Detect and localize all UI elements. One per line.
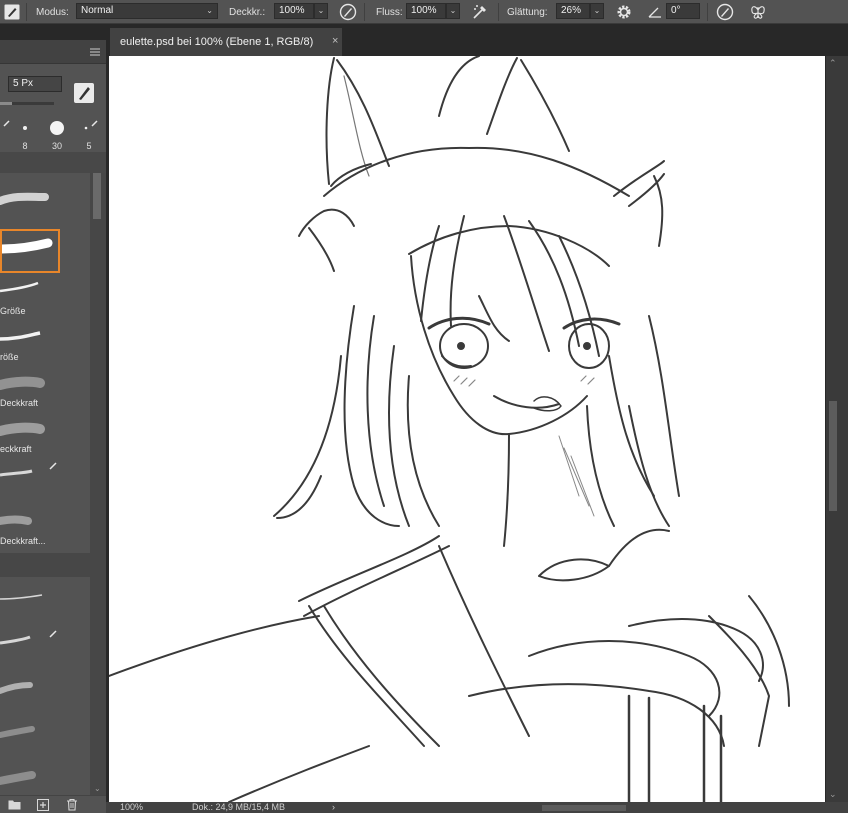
brush-item[interactable] — [0, 579, 60, 623]
preset-8[interactable]: 8 — [11, 118, 39, 152]
flow-field[interactable]: 100% — [406, 3, 446, 19]
close-icon[interactable]: × — [332, 35, 338, 47]
scroll-down-icon[interactable]: ⌄ — [829, 789, 837, 800]
new-brush-icon[interactable] — [37, 799, 49, 813]
brush-item[interactable]: Größe — [0, 275, 60, 319]
horizontal-scrollbar-thumb[interactable] — [542, 805, 626, 811]
mode-select[interactable]: Normal ⌄ — [76, 3, 218, 19]
preset-30[interactable]: 30 — [43, 118, 71, 152]
separator — [26, 3, 27, 21]
brush-item[interactable] — [0, 671, 60, 715]
scrollbar-thumb[interactable] — [829, 401, 837, 511]
canvas-vertical-scrollbar[interactable]: ⌃ ⌄ — [826, 56, 848, 802]
brush-size-value: 5 Px — [13, 78, 34, 89]
smoothing-dropdown[interactable]: ⌄ — [590, 3, 604, 19]
zoom-level[interactable]: 100% — [120, 802, 143, 813]
angle-icon — [645, 2, 665, 22]
canvas-area — [106, 56, 848, 802]
smoothing-label: Glättung: — [507, 6, 548, 18]
airbrush-icon[interactable] — [470, 2, 490, 22]
brush-item[interactable]: Deckkraft — [0, 367, 60, 411]
brush-item[interactable]: eckkraft — [0, 413, 60, 457]
angle-value: 0° — [671, 5, 681, 16]
drawing-canvas[interactable] — [109, 56, 825, 802]
smoothing-field[interactable]: 26% — [556, 3, 590, 19]
mode-label: Modus: — [36, 6, 69, 18]
sketch-artwork — [109, 56, 790, 802]
angle-field[interactable]: 0° — [666, 3, 700, 19]
brush-panel: 5 Px 8 30 5 Größe röße Deckkraft eckkraf… — [0, 40, 106, 813]
brush-panel-footer — [0, 795, 106, 813]
brush-list-header — [0, 152, 106, 173]
brush-item[interactable] — [0, 625, 60, 669]
brush-group-header[interactable] — [0, 553, 90, 577]
brush-item[interactable]: röße — [0, 321, 60, 365]
pressure-opacity-icon[interactable] — [338, 2, 358, 22]
opacity-label: Deckkr.: — [229, 6, 266, 18]
brush-item[interactable] — [0, 459, 60, 503]
separator — [498, 3, 499, 21]
panel-header — [0, 40, 106, 64]
brush-size-field[interactable]: 5 Px — [8, 76, 62, 92]
pressure-size-icon[interactable] — [715, 2, 735, 22]
document-tab[interactable]: eulette.psd bei 100% (Ebene 1, RGB/8) × — [110, 28, 342, 56]
preset-5[interactable]: 5 — [75, 118, 103, 152]
document-tab-bar: eulette.psd bei 100% (Ebene 1, RGB/8) × — [106, 24, 848, 56]
brush-preview-icon[interactable] — [74, 83, 94, 103]
opacity-value: 100% — [279, 5, 305, 16]
folder-icon[interactable] — [8, 799, 21, 813]
document-tab-title: eulette.psd bei 100% (Ebene 1, RGB/8) — [120, 36, 314, 48]
smoothing-value: 26% — [561, 5, 582, 16]
chevron-down-icon: ⌄ — [206, 6, 213, 15]
brush-item-selected[interactable] — [0, 229, 60, 273]
brush-presets: 8 30 5 — [0, 118, 106, 152]
scroll-down-icon[interactable]: ⌄ — [94, 784, 101, 793]
brush-list-scrollbar[interactable]: ⌄ — [90, 173, 106, 795]
trash-icon[interactable] — [66, 798, 78, 813]
flow-value: 100% — [411, 5, 437, 16]
flow-dropdown[interactable]: ⌄ — [446, 3, 460, 19]
options-bar: Modus: Normal ⌄ Deckkr.: 100% ⌄ Fluss: 1… — [0, 0, 848, 24]
brush-item[interactable]: Deckkraft... — [0, 505, 60, 549]
document-info: Dok.: 24,9 MB/15,4 MB — [192, 802, 286, 812]
brush-item[interactable] — [0, 717, 60, 761]
status-menu-arrow-icon[interactable]: › — [332, 802, 335, 813]
mode-value: Normal — [81, 5, 114, 16]
opacity-field[interactable]: 100% — [274, 3, 314, 19]
symmetry-butterfly-icon[interactable] — [748, 2, 768, 22]
flow-label: Fluss: — [376, 6, 403, 18]
settings-gear-icon[interactable] — [614, 2, 634, 22]
separator — [364, 3, 365, 21]
brush-tool-icon[interactable] — [2, 2, 22, 22]
separator — [707, 3, 708, 21]
brush-size-slider-fill — [0, 102, 12, 105]
scroll-up-icon[interactable]: ⌃ — [829, 58, 837, 69]
brush-list: Größe röße Deckkraft eckkraft Deckkraft.… — [0, 173, 90, 807]
status-bar: 100% Dok.: 24,9 MB/15,4 MB › — [106, 802, 848, 813]
brush-item[interactable] — [0, 179, 60, 223]
panel-menu-icon[interactable] — [90, 47, 100, 59]
scrollbar-thumb[interactable] — [93, 173, 101, 219]
opacity-dropdown[interactable]: ⌄ — [314, 3, 328, 19]
